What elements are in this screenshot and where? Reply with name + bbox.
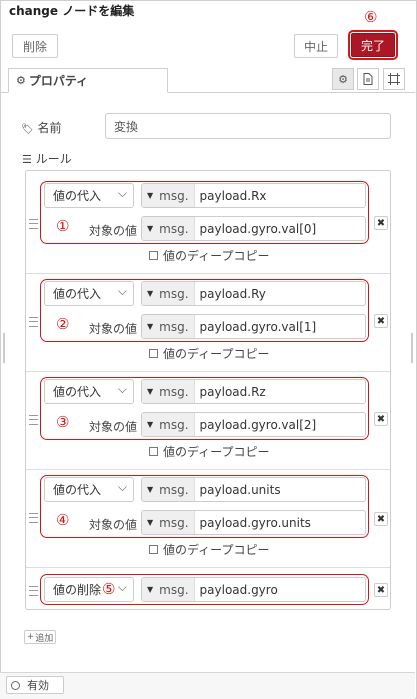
rule-property-input[interactable]: ▼ msg. payload.Rx <box>141 183 366 208</box>
remove-rule-button[interactable]: ✖ <box>374 216 388 230</box>
gear-icon: ⚙ <box>16 74 26 87</box>
deep-copy-checkbox[interactable]: 値のディープコピー <box>149 247 269 264</box>
drag-handle-icon[interactable] <box>29 317 38 327</box>
caret-down-icon: ▼ <box>147 585 154 594</box>
remove-rule-button[interactable]: ✖ <box>374 512 388 526</box>
chevron-down-icon: ⌵ <box>117 186 127 200</box>
rule-separator <box>26 371 390 372</box>
caret-down-icon: ▼ <box>147 224 154 233</box>
type-selector[interactable]: ▼ msg. <box>142 511 195 534</box>
rule-separator <box>26 273 390 274</box>
rules-label: ☰ ルール <box>22 152 72 166</box>
rule-action-select[interactable]: 値の代入 ⌵ <box>44 281 134 306</box>
rule-target-input[interactable]: ▼ msg. payload.gyro.units <box>141 510 366 535</box>
type-selector[interactable]: ▼ msg. <box>142 380 195 403</box>
target-label: 対象の値 <box>89 420 138 434</box>
chevron-down-icon: ⌵ <box>117 580 127 594</box>
deep-copy-checkbox[interactable]: 値のディープコピー <box>149 541 269 558</box>
drag-handle-icon[interactable] <box>29 586 38 596</box>
rule-action-select[interactable]: 値の削除 ⌵ <box>44 577 134 602</box>
name-input[interactable]: 変換 <box>105 113 391 139</box>
target-label: 対象の値 <box>89 224 138 238</box>
remove-rule-button[interactable]: ✖ <box>374 583 388 597</box>
type-selector[interactable]: ▼ msg. <box>142 578 195 601</box>
caret-down-icon: ▼ <box>147 420 154 429</box>
rule-separator <box>26 567 390 568</box>
deep-copy-checkbox[interactable]: 値のディープコピー <box>149 443 269 460</box>
enabled-toggle[interactable]: 有効 <box>6 676 64 694</box>
name-label: 🏷 名前 <box>21 121 62 135</box>
done-button[interactable]: 完了 <box>351 33 395 57</box>
target-label: 対象の値 <box>89 322 138 336</box>
caret-down-icon: ▼ <box>147 485 154 494</box>
rule-action-select[interactable]: 値の代入 ⌵ <box>44 379 134 404</box>
resize-grip-right[interactable] <box>411 333 413 363</box>
document-icon[interactable] <box>357 68 379 90</box>
rule-property-input[interactable]: ▼ msg. payload.Ry <box>141 281 366 306</box>
caret-down-icon: ▼ <box>147 322 154 331</box>
tab-properties-label: プロパティ <box>28 74 89 88</box>
rule-marker: ② <box>56 315 70 333</box>
list-icon: ☰ <box>22 153 32 166</box>
type-selector[interactable]: ▼ msg. <box>142 478 195 501</box>
target-label: 対象の値 <box>89 518 138 532</box>
rule-marker: ④ <box>56 511 70 529</box>
rule-separator <box>26 469 390 470</box>
rule-target-input[interactable]: ▼ msg. payload.gyro.val[2] <box>141 412 366 437</box>
chevron-down-icon: ⌵ <box>117 382 127 396</box>
type-selector[interactable]: ▼ msg. <box>142 217 195 240</box>
remove-rule-button[interactable]: ✖ <box>374 412 388 426</box>
rule-property-input[interactable]: ▼ msg. payload.Rz <box>141 379 366 404</box>
rule-property-input[interactable]: ▼ msg. payload.units <box>141 477 366 502</box>
drag-handle-icon[interactable] <box>29 513 38 523</box>
done-marker: ⑥ <box>364 8 378 26</box>
frame-icon[interactable] <box>383 68 405 90</box>
remove-rule-button[interactable]: ✖ <box>374 314 388 328</box>
tab-properties[interactable]: ⚙ プロパティ <box>8 68 168 93</box>
rule-marker: ① <box>56 217 70 235</box>
drag-handle-icon[interactable] <box>29 219 38 229</box>
toggle-icon <box>11 680 20 690</box>
chevron-down-icon: ⌵ <box>117 284 127 298</box>
rule-target-input[interactable]: ▼ msg. payload.gyro.val[0] <box>141 216 366 241</box>
rule-action-select[interactable]: 値の代入 ⌵ <box>44 477 134 502</box>
caret-down-icon: ▼ <box>147 191 154 200</box>
editor-title: change ノードを編集 <box>9 4 135 18</box>
rule-target-input[interactable]: ▼ msg. payload.gyro.val[1] <box>141 314 366 339</box>
cancel-button[interactable]: 中止 <box>294 34 338 58</box>
drag-handle-icon[interactable] <box>29 415 38 425</box>
add-rule-button[interactable]: + 追加 <box>24 630 56 644</box>
deep-copy-checkbox[interactable]: 値のディープコピー <box>149 345 269 362</box>
delete-button[interactable]: 削除 <box>12 34 58 58</box>
type-selector[interactable]: ▼ msg. <box>142 184 195 207</box>
type-selector[interactable]: ▼ msg. <box>142 413 195 436</box>
rule-marker: ③ <box>56 413 70 431</box>
plus-icon: + <box>26 632 35 642</box>
gear-icon[interactable]: ⚙ <box>332 68 354 90</box>
type-selector[interactable]: ▼ msg. <box>142 315 195 338</box>
caret-down-icon: ▼ <box>147 387 154 396</box>
type-selector[interactable]: ▼ msg. <box>142 282 195 305</box>
chevron-down-icon: ⌵ <box>117 480 127 494</box>
caret-down-icon: ▼ <box>147 289 154 298</box>
rule-action-select[interactable]: 値の代入 ⌵ <box>44 183 134 208</box>
resize-grip-left[interactable] <box>3 333 5 363</box>
caret-down-icon: ▼ <box>147 518 154 527</box>
rule-marker: ⑤ <box>102 580 116 598</box>
tag-icon: 🏷 <box>21 124 34 135</box>
rule-property-input[interactable]: ▼ msg. payload.gyro <box>141 577 366 602</box>
